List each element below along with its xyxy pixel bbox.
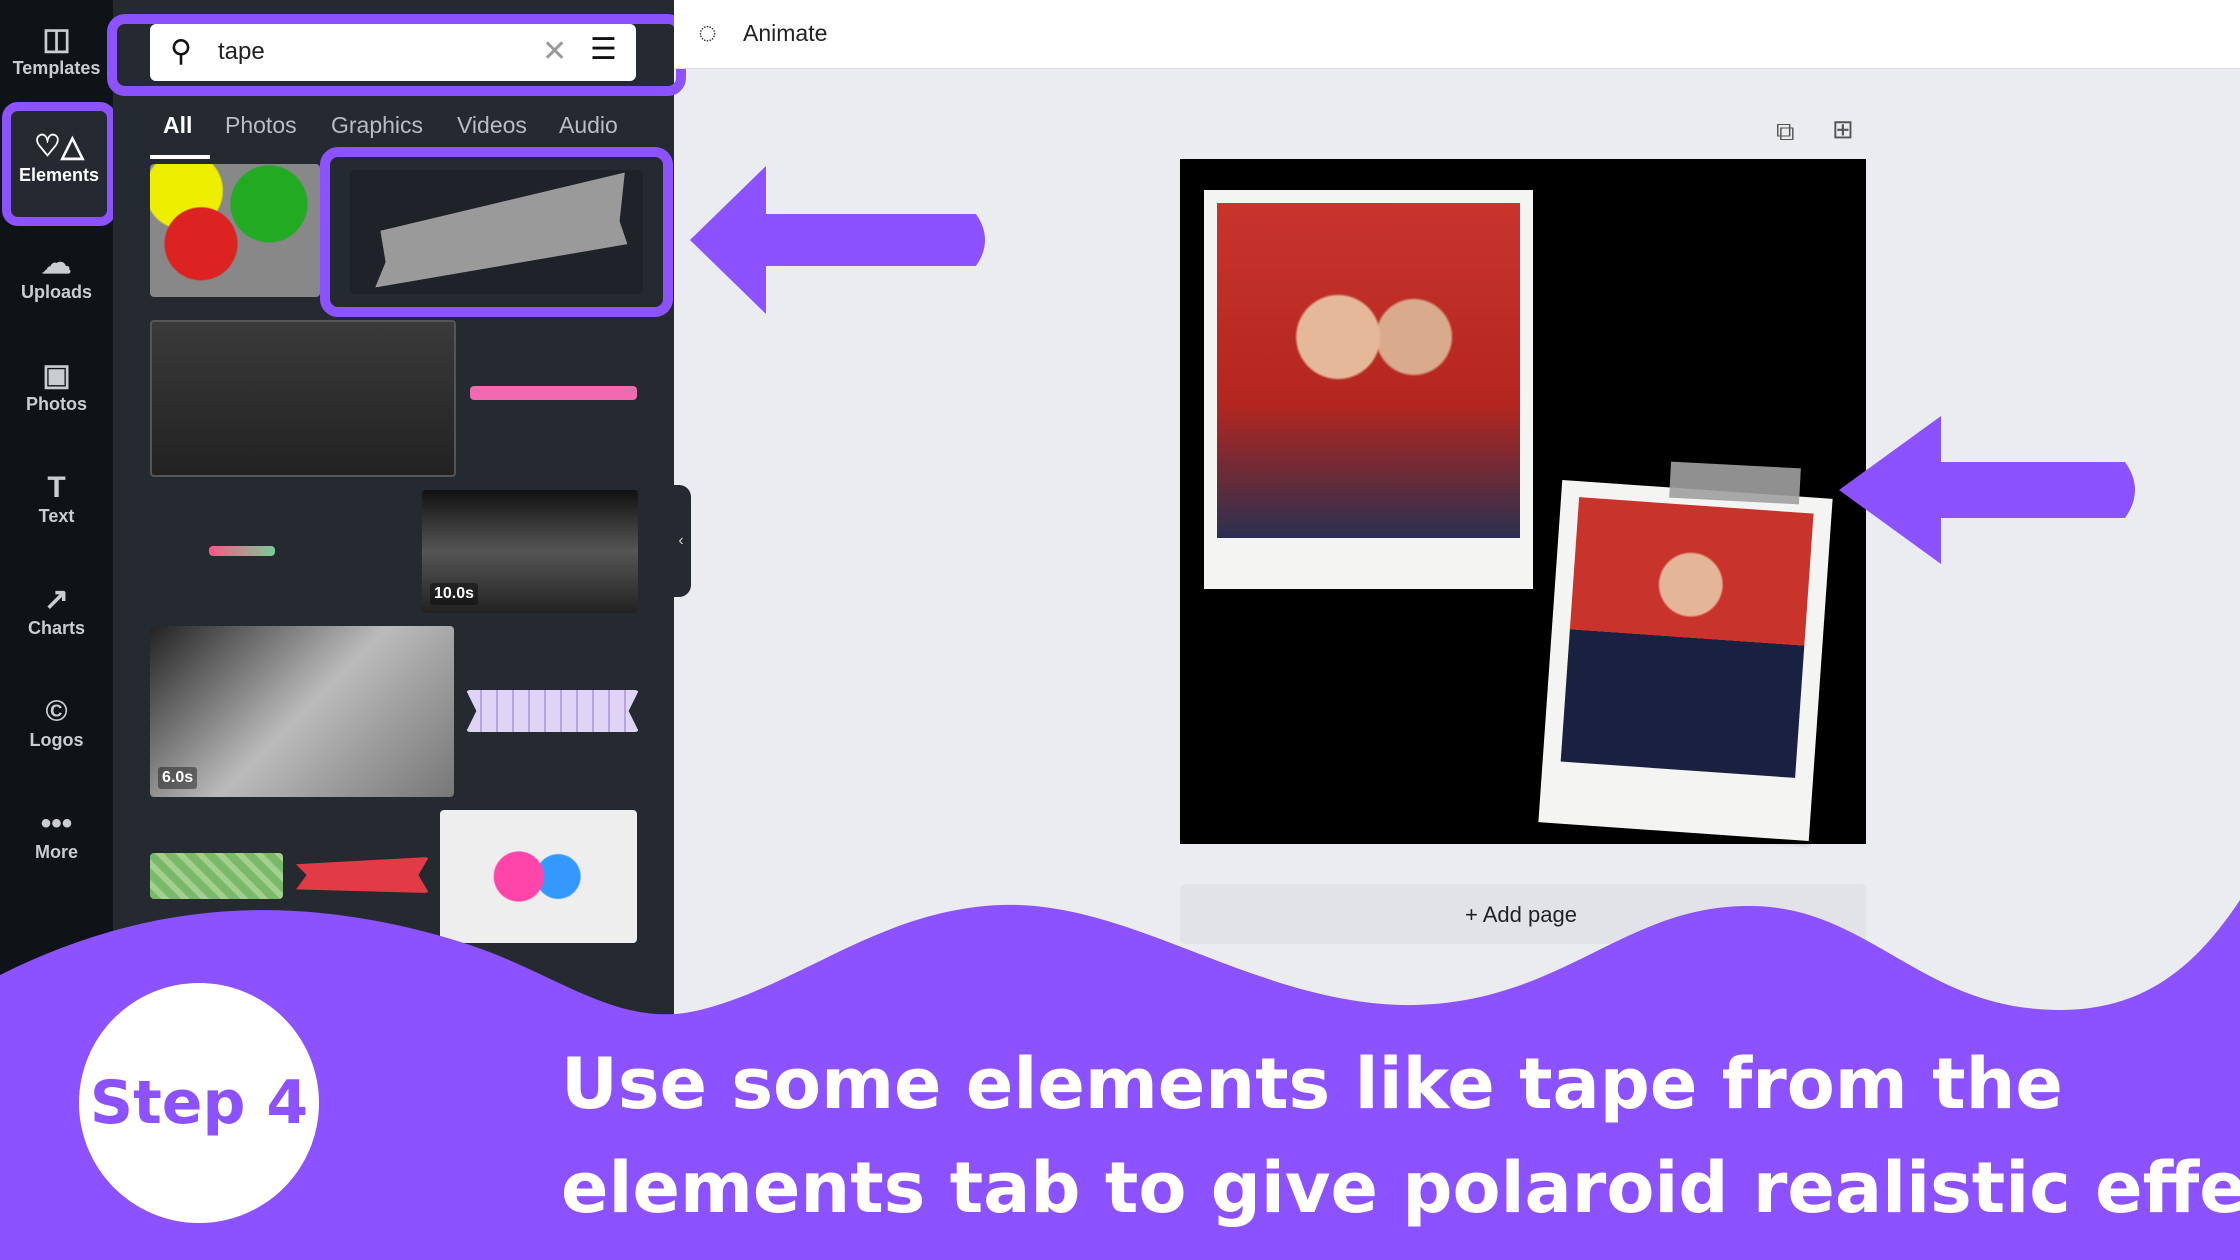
step-label: Step 4 — [89, 1068, 309, 1138]
step-circle: Step 4 — [79, 983, 319, 1223]
step-caption: Use some elements like tape from the ele… — [561, 1043, 2240, 1229]
